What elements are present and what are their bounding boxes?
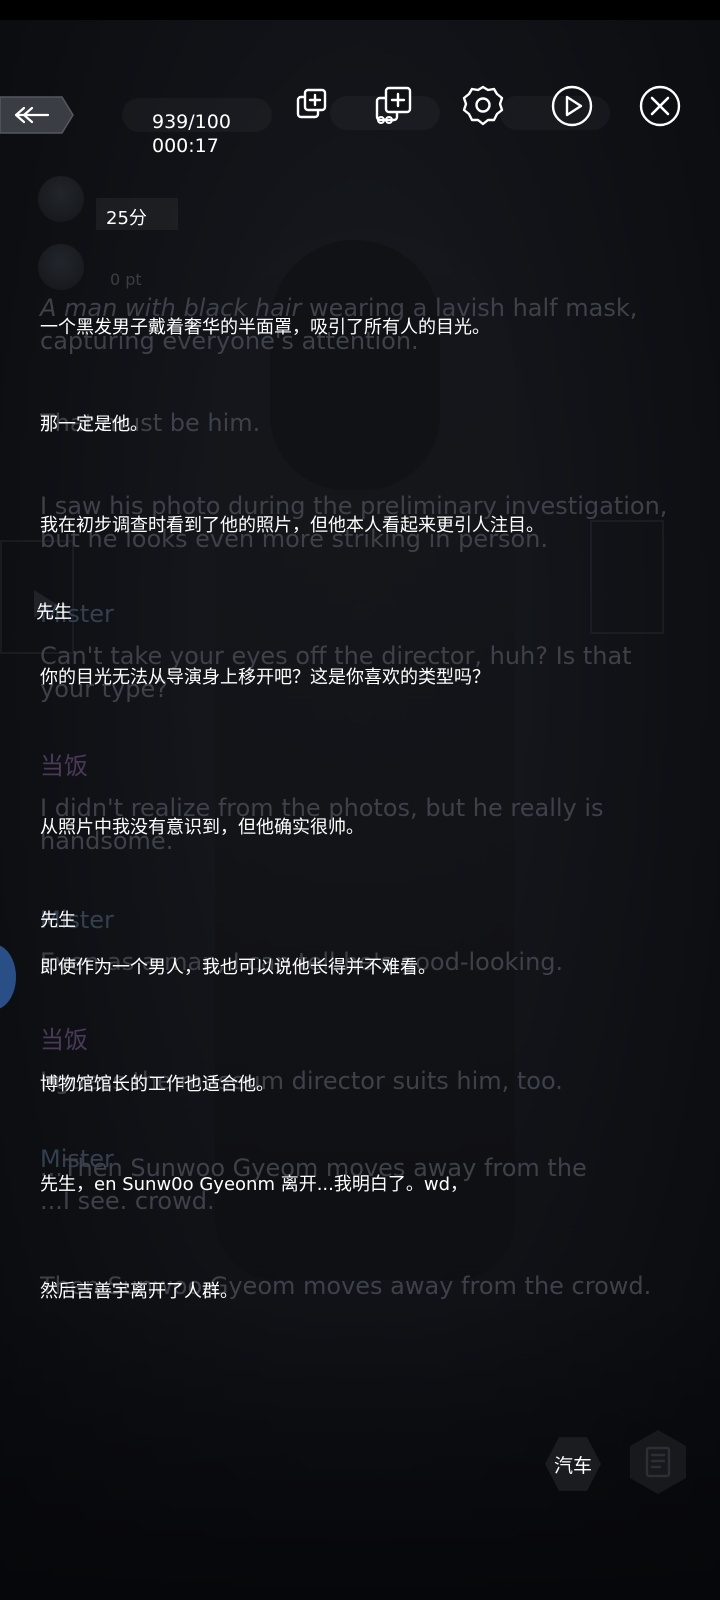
stats-readout: 939/100 000:17 bbox=[152, 110, 231, 158]
translation-line: 先生，en Sunw0o Gyeonm 离开...我明白了。wd， bbox=[40, 1174, 469, 1195]
close-button[interactable] bbox=[638, 84, 682, 128]
close-icon bbox=[639, 85, 681, 127]
translation-line: 你的目光无法从导演身上移开吧？这是你喜欢的类型吗？ bbox=[40, 667, 490, 688]
add-copy-icon bbox=[375, 86, 412, 124]
character-head bbox=[270, 240, 440, 490]
translation-line: 我在初步调查时看到了他的照片，但他本人看起来更引人注目。 bbox=[40, 515, 544, 536]
translation-line: 那一定是他。 bbox=[40, 414, 148, 435]
status-bar-area bbox=[0, 0, 720, 20]
copy-button[interactable] bbox=[292, 84, 336, 128]
log-book-icon bbox=[645, 1446, 671, 1478]
add-copy-button[interactable] bbox=[372, 84, 416, 128]
car-label: 汽车 bbox=[553, 1454, 592, 1477]
back-button[interactable] bbox=[0, 96, 74, 134]
translation-line: 从照片中我没有意识到，但他确实很帅。 bbox=[40, 817, 364, 838]
translation-line: 博物馆馆长的工作也适合他。 bbox=[40, 1074, 274, 1095]
translation-speaker: 先生 bbox=[40, 910, 76, 931]
score-points: 25分 bbox=[106, 208, 147, 229]
timer: 000:17 bbox=[152, 135, 219, 157]
progress-counter: 939/100 bbox=[152, 111, 231, 133]
translation-line: 然后吉善宇离开了人群。 bbox=[40, 1281, 238, 1302]
play-button[interactable] bbox=[550, 84, 594, 128]
settings-button[interactable] bbox=[461, 84, 505, 128]
avatar bbox=[38, 176, 84, 222]
speaker-name: Mister bbox=[40, 906, 114, 934]
avatar bbox=[38, 244, 84, 290]
translation-line: 一个黑发男子戴着奢华的半面罩，吸引了所有人的目光。 bbox=[40, 317, 490, 338]
speaker-name: 当饭 bbox=[40, 752, 88, 780]
translation-line: 即使作为一个男人，我也可以说他长得并不难看。 bbox=[40, 957, 436, 978]
translation-speaker: 先生 bbox=[36, 602, 72, 623]
speaker-name: Mister bbox=[40, 600, 114, 628]
copy-icon bbox=[296, 88, 327, 119]
bottom-fade bbox=[0, 1300, 720, 1600]
back-arrow-icon bbox=[0, 96, 74, 134]
points-label: 0 pt bbox=[110, 270, 142, 289]
play-icon bbox=[551, 85, 593, 127]
speaker-name: 当饭 bbox=[40, 1026, 88, 1054]
settings-gear-icon bbox=[462, 85, 504, 126]
